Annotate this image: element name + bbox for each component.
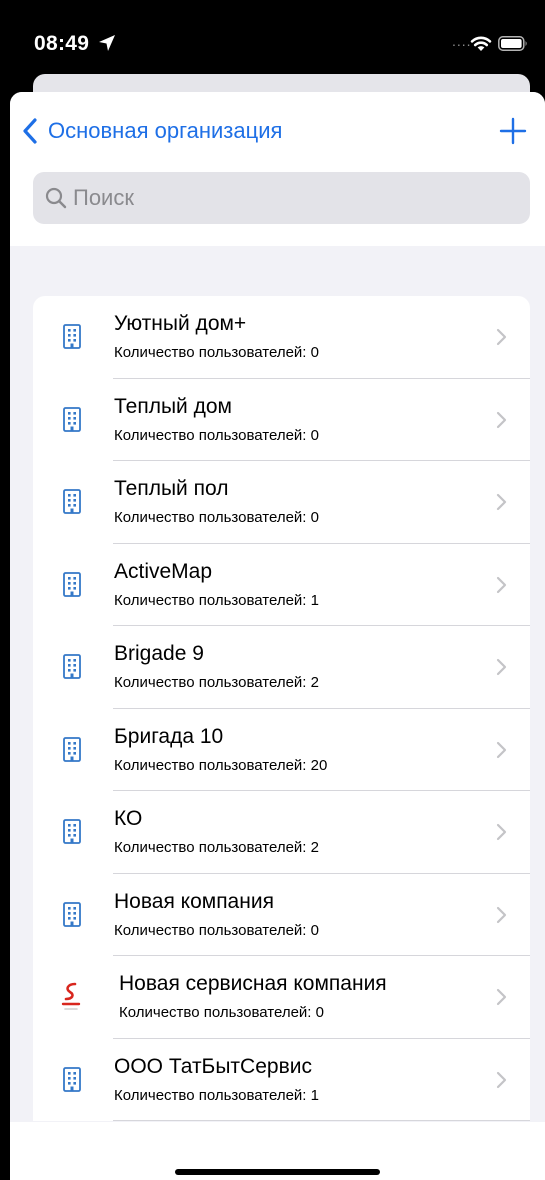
- building-icon: [63, 571, 81, 597]
- chevron-right-icon: [496, 411, 507, 429]
- building-icon: [63, 406, 81, 432]
- organization-user-count: Количество пользователей: 2: [114, 674, 319, 691]
- organization-row[interactable]: Новая компания Количество пользователей: …: [33, 874, 530, 956]
- chevron-left-icon: [23, 118, 37, 144]
- building-icon: [63, 489, 81, 514]
- building-icon: [63, 901, 81, 927]
- signal-dots: ....: [452, 33, 472, 49]
- organization-user-count: Количество пользователей: 0: [114, 509, 319, 526]
- chevron-right-icon: [496, 906, 507, 924]
- battery-icon: [498, 36, 527, 51]
- chevron-right-icon: [496, 328, 507, 346]
- chevron-right-icon: [496, 493, 507, 511]
- organization-row[interactable]: Теплый пол Количество пользователей: 0: [33, 461, 530, 544]
- organization-row[interactable]: ActiveMap Количество пользователей: 1: [33, 544, 530, 626]
- organization-name: Уютный дом+: [114, 312, 247, 335]
- organization-row[interactable]: ООО ТатБытСервис Количество пользователей…: [33, 1039, 530, 1121]
- home-indicator: [175, 1169, 380, 1175]
- building-icon: [63, 1066, 81, 1092]
- organization-row[interactable]: Бригада 10 Количество пользователей: 20: [33, 709, 530, 791]
- chevron-right-icon: [496, 988, 507, 1006]
- organization-user-count: Количество пользователей: 1: [114, 1086, 319, 1104]
- row-separator: [113, 1120, 530, 1121]
- organization-name: Новая сервисная компания: [119, 972, 387, 995]
- service-logo-icon: [59, 980, 83, 1014]
- location-arrow-icon: [99, 35, 115, 51]
- organization-name: Brigade 9: [114, 642, 204, 665]
- status-time: 08:49: [34, 32, 90, 55]
- organization-user-count: Количество пользователей: 1: [114, 591, 319, 609]
- organization-list: Уютный дом+ Количество пользователей: 0 Те…: [33, 296, 530, 1121]
- building-icon: [63, 736, 81, 762]
- chevron-right-icon: [496, 576, 507, 594]
- organization-user-count: Количество пользователей: 0: [114, 426, 319, 444]
- organization-user-count: Количество пользователей: 0: [114, 921, 319, 939]
- chevron-right-icon: [496, 741, 507, 759]
- search-icon: [45, 187, 67, 209]
- organization-row[interactable]: Brigade 9 Количество пользователей: 2: [33, 626, 530, 709]
- back-button[interactable]: Основная организация: [22, 114, 282, 148]
- organization-name: Теплый дом: [114, 394, 232, 418]
- organization-name: Теплый пол: [114, 477, 229, 500]
- organization-name: ООО ТатБытСервис: [114, 1054, 312, 1078]
- search-input[interactable]: [73, 185, 513, 211]
- organization-name: Бригада 10: [114, 724, 224, 748]
- chevron-right-icon: [496, 1071, 507, 1089]
- building-icon: [63, 324, 81, 349]
- organization-user-count: Количество пользователей: 20: [114, 756, 328, 774]
- organization-user-count: Количество пользователей: 0: [114, 344, 319, 361]
- organization-name: ActiveMap: [114, 559, 213, 583]
- organization-name: Новая компания: [114, 889, 274, 913]
- organization-user-count: Количество пользователей: 2: [114, 839, 319, 856]
- building-icon: [63, 819, 81, 844]
- organizations-sheet: Основная организация Уютный дом+ Количест…: [10, 92, 545, 1180]
- back-label: Основная организация: [48, 118, 283, 143]
- search-bar[interactable]: [33, 172, 530, 224]
- organization-row[interactable]: Теплый дом Количество пользователей: 0: [33, 379, 530, 461]
- wifi-icon: [470, 36, 492, 51]
- plus-icon[interactable]: [498, 116, 528, 146]
- organization-row[interactable]: Новая сервисная компания Количество польз…: [33, 956, 530, 1039]
- building-icon: [63, 654, 81, 679]
- organization-row[interactable]: Уютный дом+ Количество пользователей: 0: [33, 296, 530, 379]
- organization-name: КО: [114, 807, 143, 830]
- organization-user-count: Количество пользователей: 0: [119, 1004, 324, 1021]
- chevron-right-icon: [496, 658, 507, 676]
- sheet-header: Основная организация: [10, 92, 545, 246]
- chevron-right-icon: [496, 823, 507, 841]
- organization-row[interactable]: КО Количество пользователей: 2: [33, 791, 530, 874]
